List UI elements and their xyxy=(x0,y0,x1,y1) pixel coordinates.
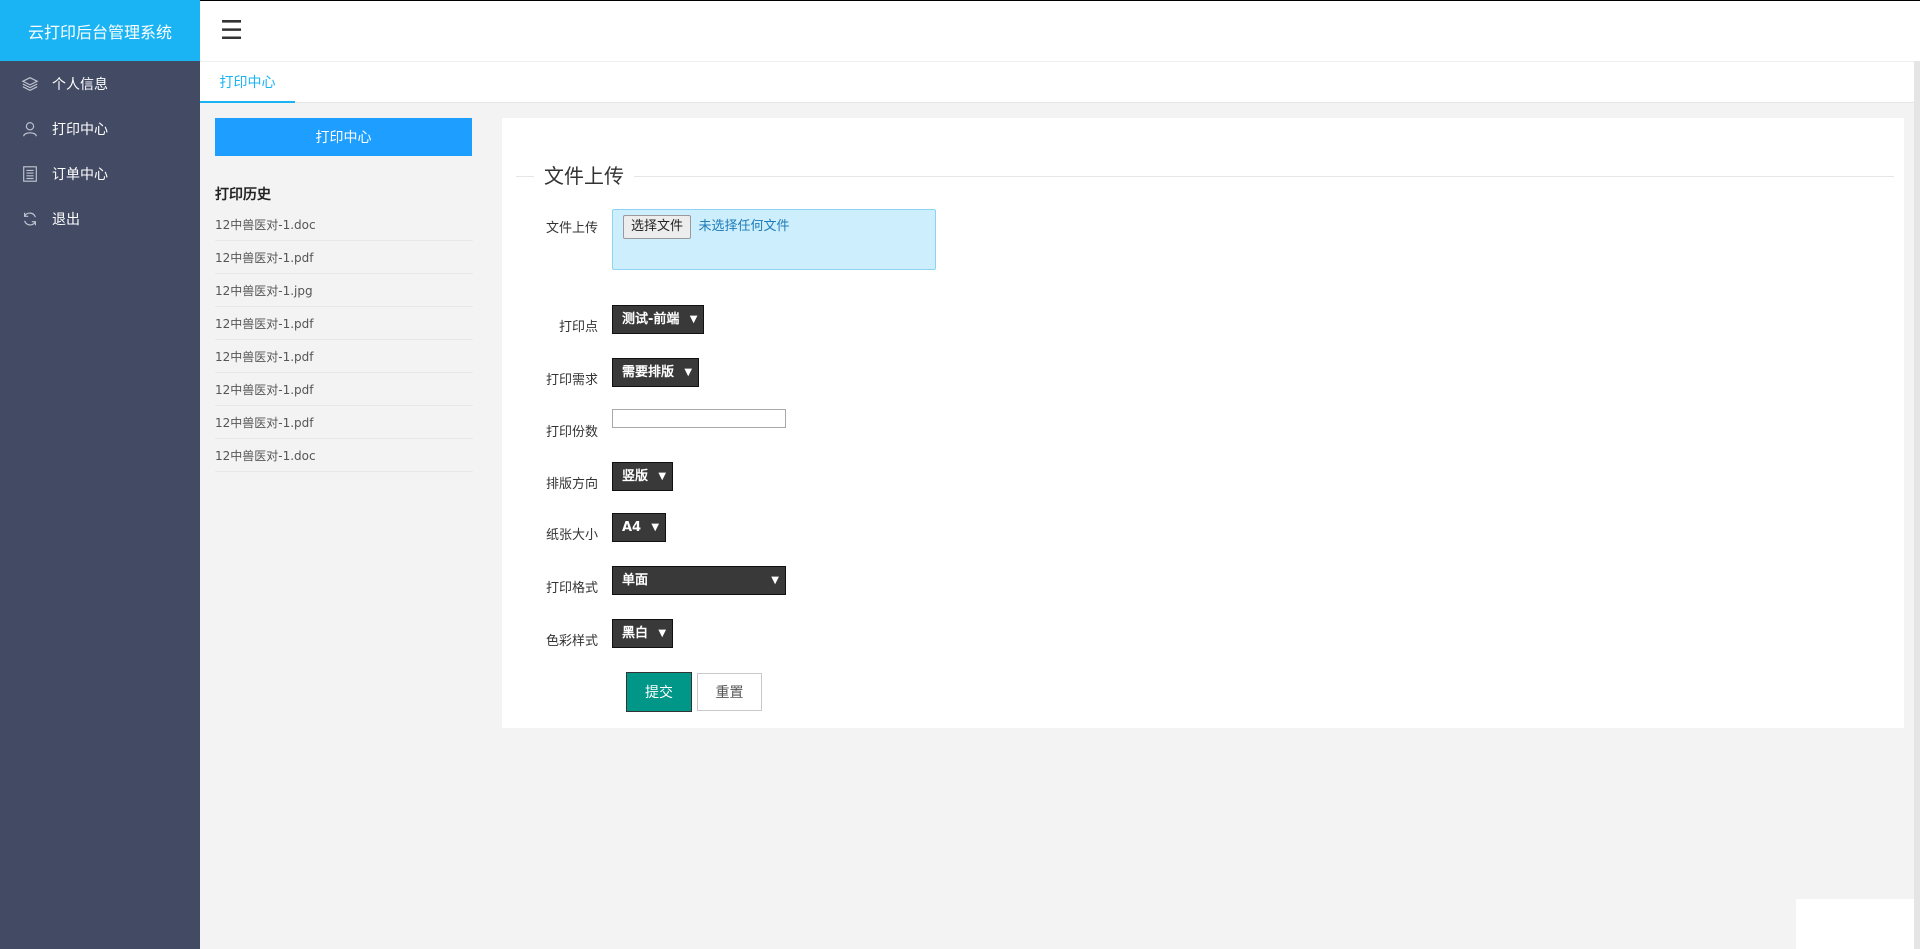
sidebar-item-label: 打印中心 xyxy=(52,121,108,138)
sidebar-item-print-center[interactable]: 打印中心 xyxy=(0,106,200,151)
print-center-button[interactable]: 打印中心 xyxy=(215,118,472,156)
sidebar: 云打印后台管理系统 个人信息 打印中心 订单中心 退出 xyxy=(0,0,200,949)
sidebar-item-label: 退出 xyxy=(52,211,80,228)
sidebar-item-label: 订单中心 xyxy=(52,166,108,183)
print-history-panel: 打印中心 打印历史 12中兽医对-1.doc 12中兽医对-1.pdf 12中兽… xyxy=(215,118,473,472)
requirement-row: 打印需求 需要排版 ▼ xyxy=(502,358,700,388)
requirement-label: 打印需求 xyxy=(545,373,598,388)
sidebar-item-profile[interactable]: 个人信息 xyxy=(0,61,200,106)
history-file-item[interactable]: 12中兽医对-1.jpg xyxy=(215,274,473,307)
hamburger-menu-icon[interactable]: ☰ xyxy=(220,16,243,46)
sidebar-item-logout[interactable]: 退出 xyxy=(0,196,200,241)
user-icon xyxy=(20,119,40,139)
copies-input[interactable] xyxy=(612,409,786,428)
orientation-label: 排版方向 xyxy=(545,477,598,492)
tab-print-center[interactable]: 打印中心 xyxy=(200,62,295,103)
print-point-select[interactable]: 测试-前端 ▼ xyxy=(612,305,705,334)
paper-size-label: 纸张大小 xyxy=(545,528,598,543)
tab-bar: 打印中心 xyxy=(200,61,1920,103)
select-value: 黑白 xyxy=(622,626,649,641)
paper-size-select[interactable]: A4 ▼ xyxy=(612,513,667,542)
dropdown-arrow-icon: ▼ xyxy=(658,628,667,639)
dropdown-arrow-icon: ▼ xyxy=(684,367,693,378)
print-format-label: 打印格式 xyxy=(545,581,598,596)
page-scrollbar[interactable] xyxy=(1914,61,1920,949)
reset-button[interactable]: 重置 xyxy=(697,673,762,711)
orientation-select[interactable]: 竖版 ▼ xyxy=(612,462,674,491)
refresh-icon xyxy=(20,209,40,229)
history-list: 12中兽医对-1.doc 12中兽医对-1.pdf 12中兽医对-1.jpg 1… xyxy=(215,208,473,472)
print-point-label: 打印点 xyxy=(558,320,598,335)
history-file-item[interactable]: 12中兽医对-1.doc xyxy=(215,208,473,241)
upload-form-card: 文件上传 文件上传 选择文件 未选择任何文件 打印点 测试-前端 ▼ 打印需求 … xyxy=(502,118,1904,728)
fieldset-divider xyxy=(516,176,1894,200)
layers-icon xyxy=(20,74,40,94)
print-format-row: 打印格式 单面 ▼ xyxy=(502,566,786,596)
form-legend: 文件上传 xyxy=(534,162,634,190)
select-value: 需要排版 xyxy=(622,365,675,380)
select-value: 竖版 xyxy=(622,469,649,484)
upload-label: 文件上传 xyxy=(545,221,598,236)
print-point-row: 打印点 测试-前端 ▼ xyxy=(502,305,705,335)
upload-row: 文件上传 选择文件 未选择任何文件 xyxy=(502,209,936,270)
top-header: ☰ xyxy=(200,0,1920,61)
history-file-item[interactable]: 12中兽医对-1.pdf xyxy=(215,406,473,439)
history-file-item[interactable]: 12中兽医对-1.pdf xyxy=(215,340,473,373)
history-file-item[interactable]: 12中兽医对-1.doc xyxy=(215,439,473,472)
copies-label: 打印份数 xyxy=(545,425,598,440)
select-value: 单面 xyxy=(622,573,649,588)
color-mode-label: 色彩样式 xyxy=(545,634,598,649)
app-title: 云打印后台管理系统 xyxy=(0,0,200,61)
copies-row: 打印份数 xyxy=(502,409,786,440)
submit-button[interactable]: 提交 xyxy=(626,672,692,712)
form-actions: 提交 重置 xyxy=(626,672,762,712)
select-value: 测试-前端 xyxy=(622,312,680,327)
requirement-select[interactable]: 需要排版 ▼ xyxy=(612,358,700,387)
corner-widget xyxy=(1796,899,1914,949)
dropdown-arrow-icon: ▼ xyxy=(658,471,667,482)
print-format-select[interactable]: 单面 ▼ xyxy=(612,566,786,595)
history-file-item[interactable]: 12中兽医对-1.pdf xyxy=(215,241,473,274)
app-root: 云打印后台管理系统 个人信息 打印中心 订单中心 退出 ☰ 打印中心 打印中心 … xyxy=(0,0,1920,949)
color-mode-row: 色彩样式 黑白 ▼ xyxy=(502,619,674,649)
history-file-item[interactable]: 12中兽医对-1.pdf xyxy=(215,307,473,340)
file-drop-area[interactable]: 选择文件 未选择任何文件 xyxy=(612,209,936,270)
choose-file-button[interactable]: 选择文件 xyxy=(623,215,692,239)
paper-size-row: 纸张大小 A4 ▼ xyxy=(502,513,667,543)
color-mode-select[interactable]: 黑白 ▼ xyxy=(612,619,674,648)
orientation-row: 排版方向 竖版 ▼ xyxy=(502,462,674,492)
dropdown-arrow-icon: ▼ xyxy=(771,575,779,586)
select-value: A4 xyxy=(622,520,642,535)
dropdown-arrow-icon: ▼ xyxy=(689,314,698,325)
sidebar-item-order-center[interactable]: 订单中心 xyxy=(0,151,200,196)
dropdown-arrow-icon: ▼ xyxy=(651,522,660,533)
sidebar-item-label: 个人信息 xyxy=(52,76,108,93)
history-file-item[interactable]: 12中兽医对-1.pdf xyxy=(215,373,473,406)
list-document-icon xyxy=(20,164,40,184)
history-title: 打印历史 xyxy=(215,187,271,203)
file-status-text: 未选择任何文件 xyxy=(698,219,790,234)
